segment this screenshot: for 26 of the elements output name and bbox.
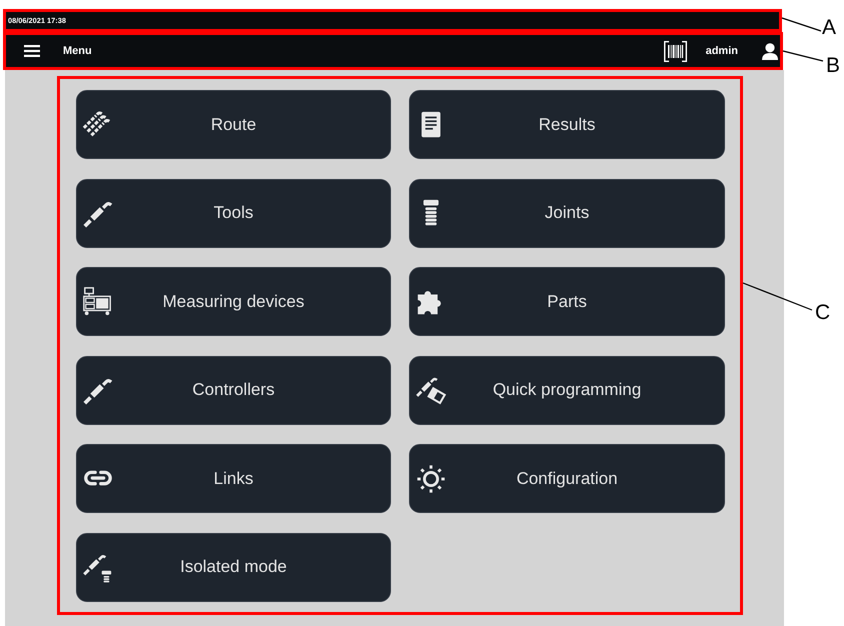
- menu-tile[interactable]: Controllers: [76, 356, 391, 425]
- menu-tile[interactable]: Tools: [76, 178, 391, 248]
- menu-tile[interactable]: Quick programming: [409, 356, 725, 425]
- leader-line: [782, 50, 824, 62]
- username-text: admin: [706, 45, 738, 57]
- menu-tile[interactable]: Parts: [409, 267, 725, 336]
- menu-tile[interactable]: Joints: [409, 178, 725, 248]
- settings-icon: [415, 462, 447, 495]
- menu-tile[interactable]: Results: [409, 90, 725, 159]
- barcode-icon: [664, 40, 687, 62]
- device-cart-icon: [82, 286, 114, 318]
- menu-tile[interactable]: Links: [76, 444, 391, 514]
- callout-label: A: [822, 17, 836, 38]
- callout-label: C: [815, 302, 830, 323]
- leader-line: [742, 282, 812, 311]
- menu-tile[interactable]: Measuring devices: [76, 267, 391, 336]
- user-icon: [762, 42, 778, 60]
- menu-button[interactable]: Menu: [24, 45, 92, 57]
- menu-icon: [24, 45, 40, 57]
- menu-tile[interactable]: Configuration: [409, 444, 725, 514]
- menu-tile[interactable]: Isolated mode: [76, 532, 391, 602]
- menu-tile[interactable]: Route: [76, 90, 391, 159]
- callout-label: B: [826, 55, 840, 76]
- barcode-button[interactable]: [664, 40, 687, 62]
- leader-line: [782, 17, 822, 32]
- user-button[interactable]: [762, 42, 778, 60]
